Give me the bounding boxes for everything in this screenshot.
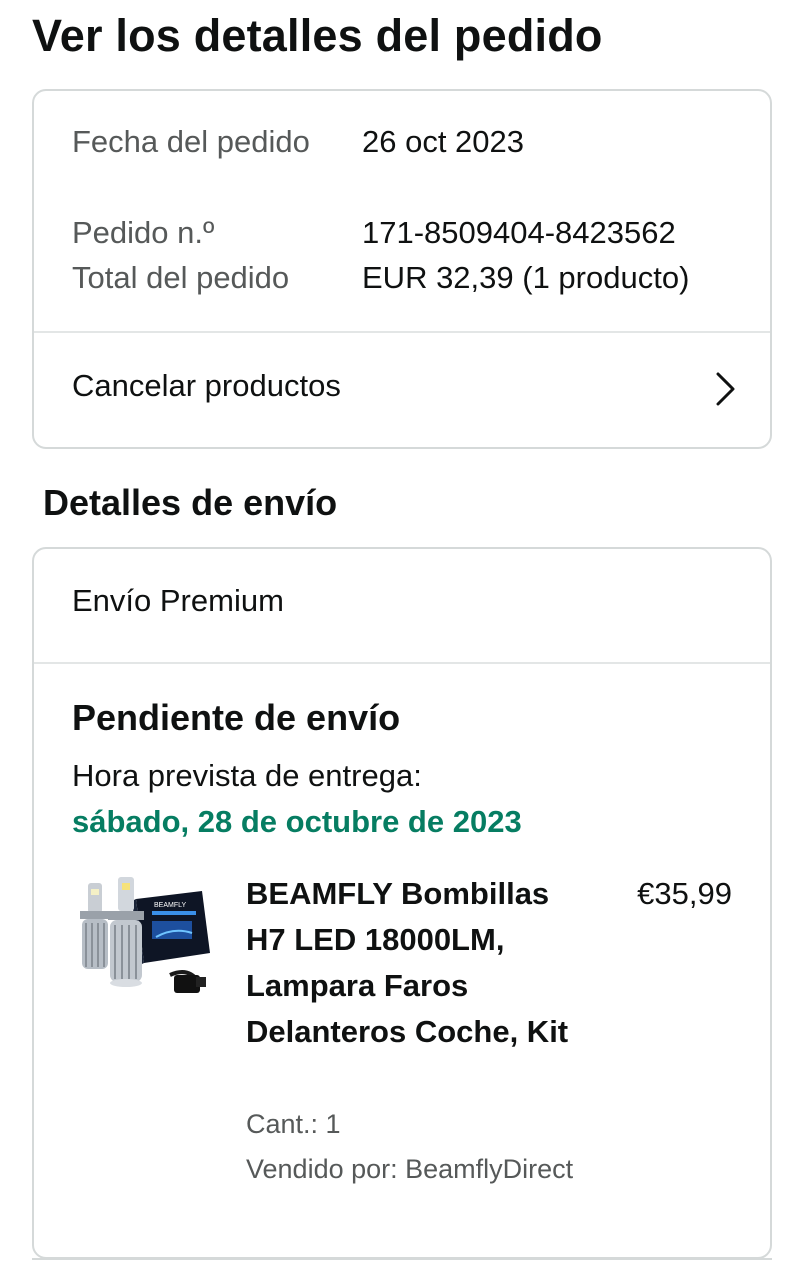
divider: [32, 1258, 772, 1260]
page-title: Ver los detalles del pedido: [32, 10, 603, 61]
shipping-details-heading: Detalles de envío: [43, 482, 338, 523]
product-quantity: Cant.: 1: [246, 1109, 341, 1139]
product-seller: Vendido por: BeamflyDirect: [246, 1154, 574, 1184]
cancel-products-label: Cancelar productos: [72, 368, 341, 403]
order-total-value: EUR 32,39 (1 producto): [362, 260, 690, 295]
shipping-details-card: Envío Premium Pendiente de envío Hora pr…: [32, 547, 772, 1259]
order-number-value: 171-8509404-8423562: [362, 215, 676, 250]
divider: [34, 662, 770, 664]
cancel-products-row[interactable]: Cancelar productos: [34, 333, 770, 447]
delivery-estimate-label: Hora prevista de entrega:: [72, 758, 422, 793]
shipment-status: Pendiente de envío: [72, 697, 401, 738]
order-summary-card: Fecha del pedido 26 oct 2023 Pedido n.º …: [32, 89, 772, 449]
order-number-label: Pedido n.º: [72, 215, 215, 250]
order-total-label: Total del pedido: [72, 260, 290, 295]
svg-text:BEAMFLY: BEAMFLY: [154, 902, 186, 909]
order-date-label: Fecha del pedido: [72, 124, 310, 159]
shipping-method: Envío Premium: [72, 583, 284, 618]
product-image[interactable]: BEAMFLY: [70, 871, 216, 1007]
delivery-estimate-date: sábado, 28 de octubre de 2023: [72, 804, 522, 839]
product-price: €35,99: [637, 876, 732, 911]
order-summary: Fecha del pedido 26 oct 2023 Pedido n.º …: [34, 91, 770, 331]
product-title-link[interactable]: BEAMFLY Bombillas H7 LED 18000LM, Lampar…: [246, 871, 576, 1055]
order-date-value: 26 oct 2023: [362, 124, 525, 159]
chevron-right-icon: [716, 372, 735, 406]
